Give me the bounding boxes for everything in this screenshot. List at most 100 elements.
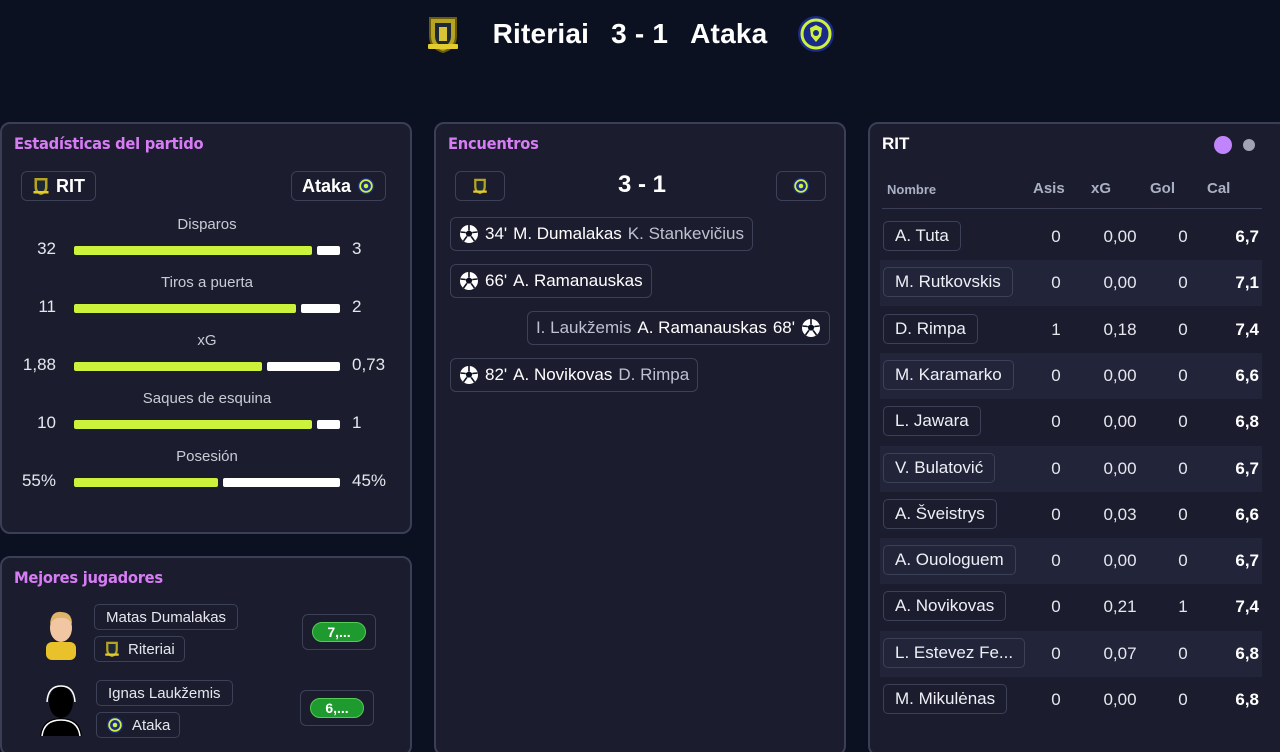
stat-home-value: 1,88 <box>22 355 56 374</box>
player-assists: 0 <box>1051 273 1061 293</box>
stat-label: Saques de esquina <box>142 390 272 407</box>
lineup-page-dot[interactable] <box>1243 139 1255 151</box>
stat-label: Posesión <box>176 448 238 465</box>
player-assists: 0 <box>1051 597 1061 617</box>
best-player-1-team-box[interactable]: Riteriai <box>94 636 185 662</box>
player-name[interactable]: D. Rimpa <box>883 313 978 344</box>
match-header: Riteriai 3 - 1 Ataka <box>0 0 1280 70</box>
goal-minute: 82' <box>485 365 508 384</box>
player-name[interactable]: A. Ouologuem <box>883 545 1016 576</box>
player-goals: 0 <box>1178 365 1188 385</box>
stat-home-value: 55% <box>21 471 56 490</box>
lineup-row[interactable]: L. Jawara 0 0,00 0 6,8 <box>880 399 1262 445</box>
player-xg: 0,03 <box>1103 504 1137 524</box>
lineup-row[interactable]: A. Novikovas 0 0,21 1 7,4 <box>880 584 1262 630</box>
player-name[interactable]: A. Tuta <box>883 221 961 251</box>
match-score: 3 - 1 <box>611 18 669 49</box>
ataka-crest-icon <box>792 177 810 195</box>
col-header-xg: xG <box>1091 180 1112 197</box>
player-name[interactable]: A. Šveistrys <box>883 498 997 529</box>
player-rating: 6,8 <box>1235 690 1259 709</box>
player-goals: 0 <box>1178 690 1188 709</box>
stat-home-bar <box>74 362 262 371</box>
stat-home-bar <box>74 246 312 255</box>
player-goals: 0 <box>1178 643 1188 663</box>
soccer-ball-icon <box>460 272 478 290</box>
lineup-row[interactable]: A. Šveistrys 0 0,03 0 6,6 <box>880 492 1262 538</box>
lineup-row[interactable]: A. Tuta 0 0,00 0 6,7 <box>880 214 1262 260</box>
player-xg: 0,07 <box>1103 643 1137 663</box>
goal-scorer: M. Dumalakas <box>513 224 622 243</box>
player-name[interactable]: V. Bulatović <box>883 452 996 483</box>
best-players-title: Mejores jugadores <box>14 568 163 587</box>
player-name[interactable]: A. Novikovas <box>883 591 1007 622</box>
best-player-1-rating-box: 7,... <box>302 614 376 650</box>
player-assists: 0 <box>1051 690 1061 709</box>
player-goals: 0 <box>1178 273 1188 293</box>
best-player-2-team-box[interactable]: Ataka <box>96 712 181 738</box>
lineup-row[interactable]: M. Mikulėnas 0 0,00 0 6,8 <box>880 677 1262 723</box>
best-player-2-rating: 6,... <box>310 698 364 718</box>
goal-event[interactable]: 82' A. Novikovas D. Rimpa <box>450 358 699 392</box>
goal-event[interactable]: 66' A. Ramanauskas <box>450 264 652 298</box>
best-player-2-name-box[interactable]: Ignas Laukžemis <box>96 680 233 706</box>
best-player-1-name-box[interactable]: Matas Dumalakas <box>94 604 239 630</box>
home-team-pill: RIT <box>21 171 96 201</box>
match-stats-panel: Estadísticas del partido RIT Ataka Dispa… <box>0 122 412 534</box>
away-team-label: Ataka <box>302 175 352 196</box>
lineup-row[interactable]: V. Bulatović 0 0,00 0 6,7 <box>880 445 1262 492</box>
player-goals: 0 <box>1178 412 1188 432</box>
away-team-pill: Ataka <box>291 171 387 201</box>
player-rating: 6,7 <box>1235 551 1259 571</box>
player-assists: 0 <box>1051 551 1061 571</box>
goal-scorer: A. Ramanauskas <box>637 318 767 337</box>
stat-home-bar <box>74 304 296 313</box>
stat-away-value: 3 <box>352 239 362 258</box>
ataka-crest-icon <box>798 16 834 52</box>
player-name[interactable]: M. Mikulėnas <box>883 684 1008 714</box>
player-name[interactable]: L. Estevez Fe... <box>883 637 1026 668</box>
player-rating: 6,6 <box>1235 365 1259 385</box>
away-team-name: Ataka <box>690 18 768 49</box>
goal-assist: D. Rimpa <box>618 365 690 384</box>
stat-label: Disparos <box>177 216 237 233</box>
player-xg: 0,00 <box>1103 551 1137 571</box>
stat-away-bar <box>223 478 340 487</box>
player-xg: 0,18 <box>1103 319 1137 339</box>
stat-home-value: 10 <box>37 413 56 432</box>
player-xg: 0,00 <box>1103 365 1137 385</box>
best-player-1-team: Riteriai <box>128 640 175 658</box>
goal-event[interactable]: 34' M. Dumalakas K. Stankevičius <box>450 217 754 251</box>
lineup-row[interactable]: M. Karamarko 0 0,00 0 6,6 <box>880 352 1262 399</box>
player-name[interactable]: M. Karamarko <box>883 359 1014 390</box>
lineup-row[interactable]: M. Rutkovskis 0 0,00 0 7,1 <box>880 260 1262 307</box>
player-assists: 0 <box>1051 504 1061 524</box>
events-panel: Encuentros 3 - 1 34' M. Dumalakas K. Stank… <box>434 122 846 752</box>
lineup-row[interactable]: A. Ouologuem 0 0,00 0 6,7 <box>880 538 1262 585</box>
player-goals: 0 <box>1178 504 1188 524</box>
player-name[interactable]: M. Rutkovskis <box>883 267 1013 298</box>
player-xg: 0,00 <box>1103 227 1137 246</box>
stat-away-bar <box>317 246 340 255</box>
player-name[interactable]: L. Jawara <box>883 406 981 437</box>
lineup-row[interactable]: D. Rimpa 1 0,18 0 7,4 <box>880 307 1262 353</box>
player-assists: 1 <box>1051 319 1061 339</box>
player-assists: 0 <box>1051 365 1061 385</box>
lineup-panel-title: RIT <box>882 134 910 153</box>
lineup-row[interactable]: L. Estevez Fe... 0 0,07 0 6,8 <box>880 630 1262 677</box>
lineup-page-dot-active[interactable] <box>1214 136 1232 154</box>
col-header-name: Nombre <box>887 182 937 197</box>
stat-home-value: 11 <box>38 297 56 316</box>
player-assists: 0 <box>1051 227 1061 246</box>
player-rating: 7,1 <box>1235 273 1259 293</box>
ataka-crest-icon <box>106 716 124 734</box>
match-title: Riteriai 3 - 1 Ataka <box>470 14 790 54</box>
stat-away-bar <box>317 420 340 429</box>
goal-event[interactable]: I. Laukžemis A. Ramanauskas 68' <box>526 311 830 345</box>
player-rating: 6,8 <box>1235 412 1259 432</box>
player-assists: 0 <box>1051 412 1061 432</box>
table-header-divider <box>882 208 1262 209</box>
soccer-ball-icon <box>802 319 820 337</box>
stat-label: xG <box>197 332 217 349</box>
player-goals: 0 <box>1178 458 1188 478</box>
